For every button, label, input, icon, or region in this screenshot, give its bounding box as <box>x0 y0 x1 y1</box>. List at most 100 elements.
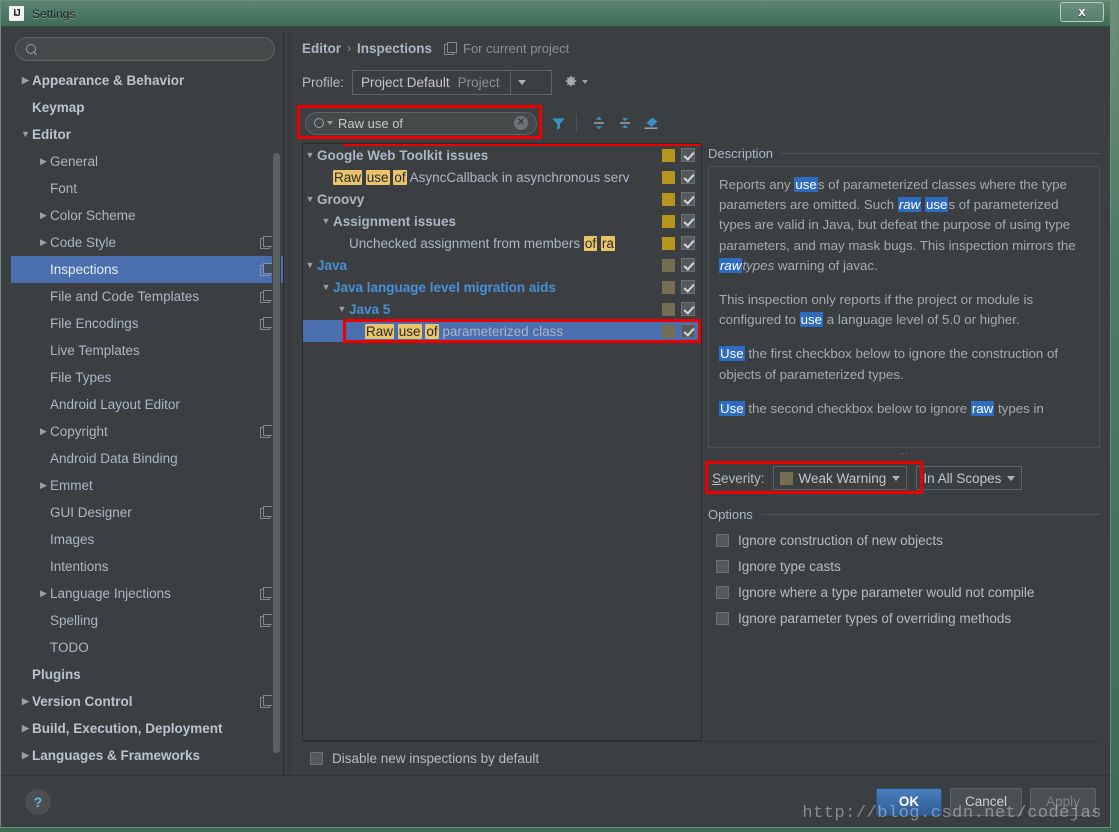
profile-dropdown-arrow[interactable] <box>509 70 534 94</box>
inspection-enabled-checkbox[interactable] <box>681 324 695 338</box>
sidebar-item-general[interactable]: ▶ General <box>11 148 283 175</box>
chevron-right-icon[interactable]: ▶ <box>37 427 50 436</box>
filter-funnel-icon[interactable] <box>547 112 569 134</box>
sidebar-item-language-injections[interactable]: ▶ Language Injections <box>11 580 283 607</box>
sidebar-item-live-templates[interactable]: Live Templates <box>11 337 283 364</box>
sidebar-item-copyright[interactable]: ▶ Copyright <box>11 418 283 445</box>
sidebar-item-code-style[interactable]: ▶ Code Style <box>11 229 283 256</box>
clear-x-icon[interactable]: ✕ <box>514 116 528 130</box>
chevron-down-icon[interactable] <box>327 121 333 125</box>
chevron-right-icon[interactable]: ▶ <box>19 76 32 85</box>
option-row[interactable]: Ignore where a type parameter would not … <box>708 579 1100 605</box>
collapse-all-icon[interactable] <box>614 112 636 134</box>
chevron-down-icon[interactable]: ▼ <box>19 130 32 139</box>
sidebar-search-input[interactable] <box>43 41 264 57</box>
title-bar[interactable]: IJ Settings x <box>1 1 1110 27</box>
sidebar-item-gui-designer[interactable]: GUI Designer <box>11 499 283 526</box>
inspection-tree[interactable]: ▼ Google Web Toolkit issues Raw use of Asy… <box>302 143 702 741</box>
sidebar-item-editor[interactable]: ▼ Editor <box>11 121 283 148</box>
sidebar-scrollbar[interactable] <box>272 71 281 771</box>
help-button[interactable]: ? <box>25 788 51 815</box>
chevron-down-icon[interactable]: ▼ <box>303 194 317 204</box>
content-split: ▼ Google Web Toolkit issues Raw use of Asy… <box>302 143 1100 741</box>
sidebar-item-android-data-binding[interactable]: Android Data Binding <box>11 445 283 472</box>
sidebar-item-file-types[interactable]: File Types <box>11 364 283 391</box>
inspection-detail-panel: Description Reports any uses of paramete… <box>702 143 1100 741</box>
chevron-right-icon[interactable]: ▶ <box>37 211 50 220</box>
inspection-search-value: Raw use of <box>338 115 404 131</box>
sidebar-item-plugins[interactable]: Plugins <box>11 661 283 688</box>
option-checkbox[interactable] <box>716 611 729 625</box>
sidebar-item-keymap[interactable]: Keymap <box>11 94 283 121</box>
chevron-right-icon[interactable]: ▶ <box>37 157 50 166</box>
sidebar-search-box[interactable] <box>15 37 275 61</box>
profile-combo[interactable]: Project Default Project <box>352 69 553 95</box>
close-icon[interactable]: x <box>1060 2 1104 22</box>
inspection-enabled-checkbox[interactable] <box>681 302 695 316</box>
sidebar-item-file-and-code-templates[interactable]: File and Code Templates <box>11 283 283 310</box>
option-checkbox[interactable] <box>716 533 729 547</box>
option-checkbox[interactable] <box>716 559 729 573</box>
description-section-header: Description <box>708 143 1100 163</box>
tree-row[interactable]: Raw use of AsyncCallback in asynchronous… <box>303 166 701 188</box>
chevron-down-icon[interactable]: ▼ <box>335 304 349 314</box>
tree-row[interactable]: ▼ Google Web Toolkit issues <box>303 144 701 166</box>
sidebar-item-languages-frameworks[interactable]: ▶ Languages & Frameworks <box>11 742 283 769</box>
sidebar-item-label: GUI Designer <box>50 505 132 520</box>
sidebar-item-color-scheme[interactable]: ▶ Color Scheme <box>11 202 283 229</box>
scope-combo[interactable]: In All Scopes <box>916 466 1023 490</box>
chevron-right-icon[interactable]: ▶ <box>19 751 32 760</box>
chevron-down-icon <box>518 79 527 85</box>
sidebar-item-emmet[interactable]: ▶ Emmet <box>11 472 283 499</box>
inspection-enabled-checkbox[interactable] <box>681 192 695 206</box>
tree-row[interactable]: Unchecked assignment from members of ra <box>303 232 701 254</box>
tree-row[interactable]: ▼ Java language level migration aids <box>303 276 701 298</box>
sidebar-item-android-layout-editor[interactable]: Android Layout Editor <box>11 391 283 418</box>
inspection-search-box[interactable]: Raw use of ✕ <box>305 111 537 135</box>
sidebar-item-build-execution-deployment[interactable]: ▶ Build, Execution, Deployment <box>11 715 283 742</box>
eraser-icon[interactable] <box>640 112 662 134</box>
option-checkbox[interactable] <box>716 585 729 599</box>
tree-row[interactable]: ▼ Groovy <box>303 188 701 210</box>
chevron-down-icon[interactable]: ▼ <box>303 150 317 160</box>
inspection-enabled-checkbox[interactable] <box>681 170 695 184</box>
option-row[interactable]: Ignore parameter types of overriding met… <box>708 605 1100 631</box>
toolbar-separator <box>576 114 577 132</box>
severity-combo[interactable]: Weak Warning <box>772 466 908 490</box>
inspection-enabled-checkbox[interactable] <box>681 214 695 228</box>
expand-all-icon[interactable] <box>588 112 610 134</box>
chevron-right-icon[interactable]: ▶ <box>37 589 50 598</box>
option-row[interactable]: Ignore type casts <box>708 553 1100 579</box>
sidebar-item-spelling[interactable]: Spelling <box>11 607 283 634</box>
tree-row[interactable]: ▼ Assignment issues <box>303 210 701 232</box>
sidebar-item-file-encodings[interactable]: File Encodings <box>11 310 283 337</box>
sidebar-item-version-control[interactable]: ▶ Version Control <box>11 688 283 715</box>
chevron-down-icon[interactable]: ▼ <box>319 216 333 226</box>
chevron-right-icon[interactable]: ▶ <box>19 697 32 706</box>
chevron-down-icon[interactable]: ▼ <box>303 260 317 270</box>
inspection-enabled-checkbox[interactable] <box>681 236 695 250</box>
sidebar-item-appearance-behavior[interactable]: ▶ Appearance & Behavior <box>11 67 283 94</box>
inspection-enabled-checkbox[interactable] <box>681 280 695 294</box>
sidebar-item-images[interactable]: Images <box>11 526 283 553</box>
chevron-right-icon[interactable]: ▶ <box>37 481 50 490</box>
sidebar-item-intentions[interactable]: Intentions <box>11 553 283 580</box>
tree-row[interactable]: Raw use of parameterized class <box>303 320 701 342</box>
chevron-right-icon[interactable]: ▶ <box>37 238 50 247</box>
gear-icon[interactable] <box>564 75 589 89</box>
disable-new-inspections-row[interactable]: Disable new inspections by default <box>302 741 1100 775</box>
chevron-right-icon[interactable]: ▶ <box>19 724 32 733</box>
breadcrumb-root[interactable]: Editor <box>302 41 341 56</box>
sidebar-item-todo[interactable]: TODO <box>11 634 283 661</box>
sidebar-item-font[interactable]: Font <box>11 175 283 202</box>
sidebar-item-inspections[interactable]: Inspections <box>11 256 283 283</box>
description-resize-grip[interactable]: ⋯ <box>708 448 1100 458</box>
tree-row[interactable]: ▼ Java <box>303 254 701 276</box>
chevron-down-icon[interactable]: ▼ <box>319 282 333 292</box>
disable-new-inspections-checkbox[interactable] <box>310 752 323 765</box>
tree-row[interactable]: ▼ Java 5 <box>303 298 701 320</box>
inspection-enabled-checkbox[interactable] <box>681 148 695 162</box>
option-row[interactable]: Ignore construction of new objects <box>708 527 1100 553</box>
inspection-enabled-checkbox[interactable] <box>681 258 695 272</box>
sidebar-scroll-thumb[interactable] <box>273 153 280 753</box>
